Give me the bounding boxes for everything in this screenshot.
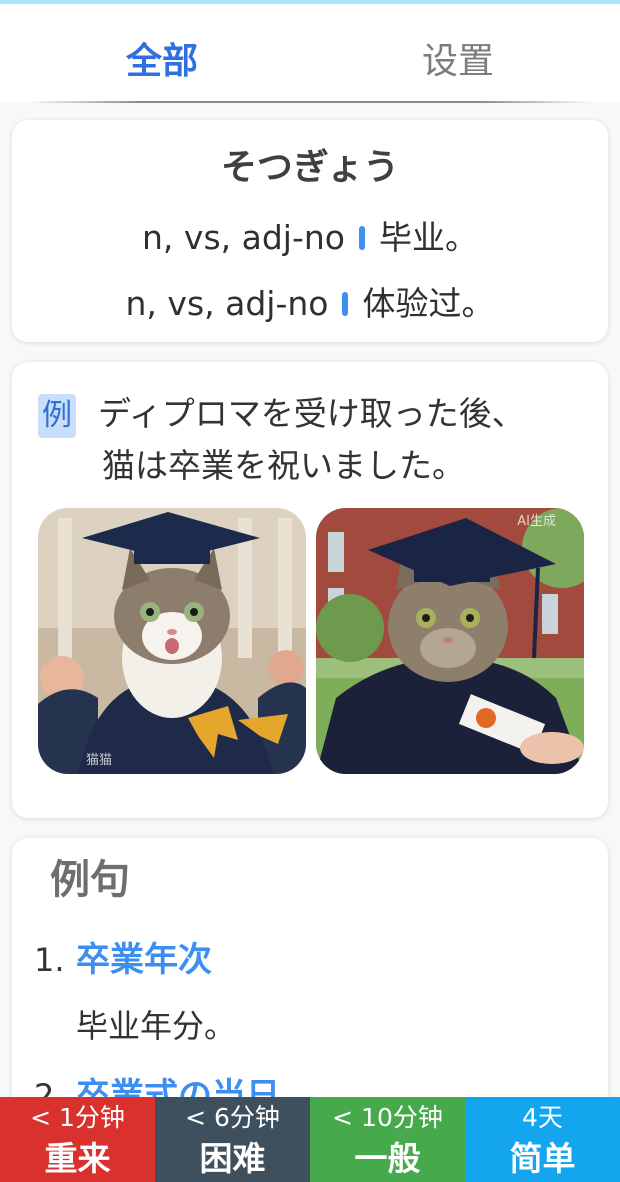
tab-divider — [28, 101, 592, 103]
answer-label: 困难 — [199, 1139, 266, 1178]
sentence-translation: 毕业年分。 — [76, 1007, 237, 1045]
answer-button-bar: < 1分钟 重来 < 6分钟 困难 < 10分钟 一般 4天 简单 — [0, 1097, 620, 1182]
example-badge: 例 — [38, 394, 76, 438]
good-button[interactable]: < 10分钟 一般 — [310, 1097, 465, 1182]
sentence-number: 1. — [34, 941, 65, 979]
meaning-separator — [342, 291, 349, 316]
image-watermark: AI生成 — [517, 514, 556, 529]
answer-label: 一般 — [354, 1139, 421, 1178]
again-button[interactable]: < 1分钟 重来 — [0, 1097, 155, 1182]
hard-button[interactable]: < 6分钟 困难 — [155, 1097, 310, 1182]
part-of-speech: n, vs, adj-no — [125, 284, 329, 323]
example-sentence-line: 猫は卒業を祝いました。 — [102, 446, 465, 485]
interval-label: 4天 — [522, 1103, 563, 1132]
meaning-row: n, vs, adj-no 毕业。 — [12, 216, 608, 260]
meaning-row: n, vs, adj-no 体验过。 — [12, 282, 608, 326]
image-watermark: 猫猫 — [86, 753, 113, 768]
sentence-japanese[interactable]: 卒業年次 — [76, 938, 212, 982]
interval-label: < 6分钟 — [185, 1103, 280, 1132]
graduation-cat-photo[interactable]: AI生成 — [316, 508, 584, 774]
interval-label: < 10分钟 — [332, 1103, 443, 1132]
tab-bar: 全部 设置 — [0, 4, 620, 103]
tab-settings[interactable]: 设置 — [422, 40, 494, 84]
meaning-gloss: 毕业。 — [378, 218, 478, 257]
meaning-separator — [358, 225, 365, 250]
part-of-speech: n, vs, adj-no — [142, 218, 345, 257]
meaning-gloss: 体验过。 — [362, 284, 495, 323]
interval-label: < 1分钟 — [30, 1103, 125, 1132]
example-card: 例 ディプロマを受け取った後、 猫は卒業を祝いました。 猫猫 AI生成 — [12, 362, 608, 818]
easy-button[interactable]: 4天 简单 — [465, 1097, 620, 1182]
example-sentence-line: ディプロマを受け取った後、 — [98, 394, 525, 433]
graduation-cat-photo[interactable]: 猫猫 — [38, 508, 306, 774]
word-card: そつぎょう n, vs, adj-no 毕业。 n, vs, adj-no 体验过。 — [12, 120, 608, 342]
answer-label: 简单 — [509, 1139, 576, 1178]
answer-label: 重来 — [44, 1139, 111, 1178]
word-reading: そつぎょう — [220, 147, 400, 188]
tab-all[interactable]: 全部 — [126, 40, 198, 84]
sentences-title: 例句 — [50, 857, 130, 903]
